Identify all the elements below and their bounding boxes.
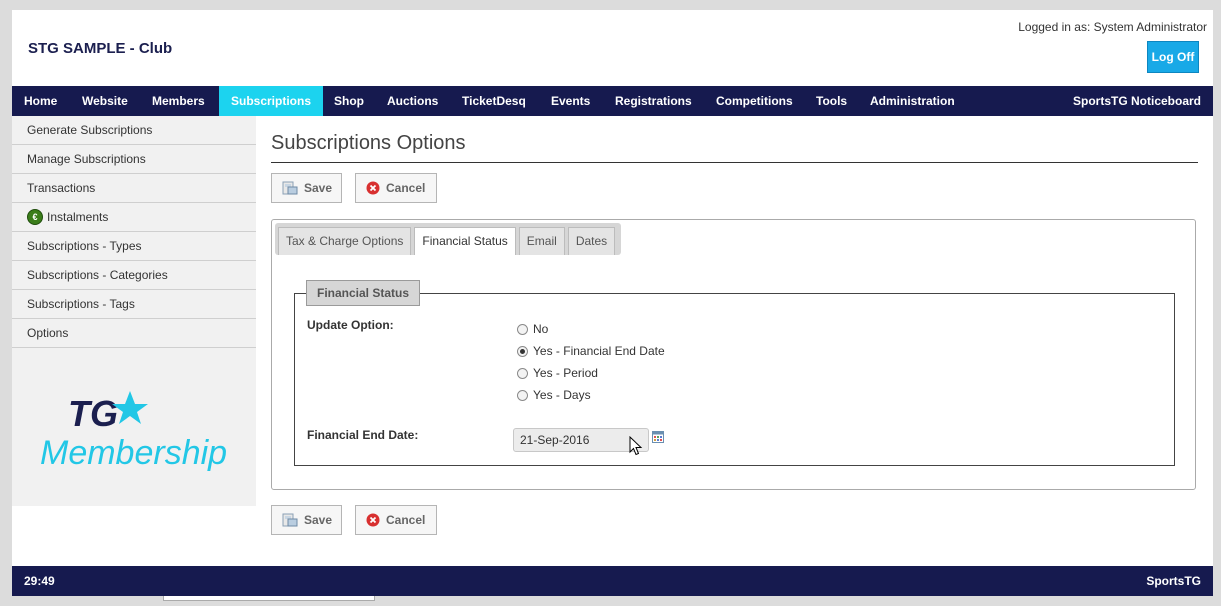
page-title: Subscriptions Options [271, 132, 466, 154]
nav-item-home[interactable]: Home [12, 86, 69, 116]
financial-status-fieldset: Financial Status Update Option: No Yes -… [294, 280, 1175, 466]
radio-yes-financial-end-date[interactable]: Yes - Financial End Date [517, 344, 665, 358]
money-icon: € [27, 209, 43, 225]
sidebar-item-transactions[interactable]: Transactions [12, 174, 256, 203]
radio-button[interactable] [517, 345, 528, 357]
radio-label: Yes - Days [533, 388, 591, 402]
save-button[interactable]: Save [271, 173, 342, 203]
nav-item-competitions[interactable]: Competitions [704, 86, 805, 116]
cancel-button-bottom[interactable]: Cancel [355, 505, 437, 535]
sidebar-item-label: Subscriptions - Categories [27, 268, 168, 282]
page: STG SAMPLE - Club Logged in as: System A… [12, 10, 1213, 596]
radio-button[interactable] [517, 367, 528, 379]
sidebar-item-subscription-types[interactable]: Subscriptions - Types [12, 232, 256, 261]
cancel-label: Cancel [386, 513, 426, 527]
nav-item-ticketdesq[interactable]: TicketDesq [450, 86, 538, 116]
fieldset-legend: Financial Status [306, 280, 421, 306]
sidebar-item-instalments[interactable]: € Instalments [12, 203, 256, 232]
sidebar-item-options[interactable]: Options [12, 319, 256, 348]
tab-bar: Tax & Charge Options Financial Status Em… [275, 223, 622, 255]
sidebar-item-label: Options [27, 326, 69, 340]
tab-financial-status[interactable]: Financial Status [414, 227, 516, 255]
nav-item-auctions[interactable]: Auctions [375, 86, 450, 116]
financial-end-date-label: Financial End Date: [307, 428, 419, 442]
header: STG SAMPLE - Club Logged in as: System A… [12, 10, 1213, 86]
sidebar-item-subscription-tags[interactable]: Subscriptions - Tags [12, 290, 256, 319]
tg-membership-logo: TG Membership [40, 391, 227, 472]
session-timer: 29:49 [24, 574, 55, 588]
update-option-label: Update Option: [307, 318, 394, 332]
save-icon [282, 181, 298, 195]
sidebar-item-label: Transactions [27, 181, 96, 195]
title-divider [271, 162, 1198, 163]
svg-text:Membership: Membership [40, 434, 227, 472]
nav-item-shop[interactable]: Shop [322, 86, 376, 116]
mouse-cursor-icon [629, 436, 643, 456]
options-tabs-panel: Tax & Charge Options Financial Status Em… [271, 219, 1196, 490]
radio-yes-days[interactable]: Yes - Days [517, 388, 591, 402]
nav-item-tools[interactable]: Tools [804, 86, 859, 116]
radio-label: No [533, 322, 549, 336]
save-button-bottom[interactable]: Save [271, 505, 342, 535]
nav-item-noticeboard[interactable]: SportsTG Noticeboard [1073, 86, 1201, 116]
sidebar-item-label: Instalments [47, 210, 109, 224]
calendar-icon[interactable] [652, 431, 664, 443]
nav-item-website[interactable]: Website [70, 86, 140, 116]
radio-button[interactable] [517, 389, 528, 401]
save-label: Save [304, 513, 333, 527]
radio-label: Yes - Financial End Date [533, 344, 665, 358]
nav-item-events[interactable]: Events [539, 86, 602, 116]
nav-item-registrations[interactable]: Registrations [603, 86, 704, 116]
svg-text:TG: TG [68, 393, 118, 434]
sidebar-item-label: Subscriptions - Types [27, 239, 142, 253]
radio-button[interactable] [517, 323, 528, 335]
tab-tax-charge-options[interactable]: Tax & Charge Options [278, 227, 412, 255]
save-icon [282, 513, 298, 527]
save-label: Save [304, 181, 333, 195]
sidebar-item-label: Generate Subscriptions [27, 123, 153, 137]
radio-label: Yes - Period [533, 366, 598, 380]
cancel-button[interactable]: Cancel [355, 173, 437, 203]
sidebar-item-generate-subscriptions[interactable]: Generate Subscriptions [12, 116, 256, 145]
club-title: STG SAMPLE - Club [28, 40, 173, 57]
nav-item-subscriptions[interactable]: Subscriptions [219, 86, 324, 116]
logoff-button[interactable]: Log Off [1147, 41, 1199, 73]
logged-in-text: Logged in as: System Administrator [1018, 20, 1207, 34]
nav-item-members[interactable]: Members [140, 86, 217, 116]
cancel-label: Cancel [386, 181, 426, 195]
radio-no[interactable]: No [517, 322, 548, 336]
main-nav: Home Website Members Subscriptions Shop … [12, 86, 1213, 116]
sidebar-item-label: Manage Subscriptions [27, 152, 146, 166]
sidebar-item-subscription-categories[interactable]: Subscriptions - Categories [12, 261, 256, 290]
cancel-icon [366, 181, 380, 195]
horizontal-scrollbar[interactable] [163, 596, 375, 601]
tab-dates[interactable]: Dates [567, 227, 616, 255]
footer-brand: SportsTG [1146, 574, 1201, 588]
radio-yes-period[interactable]: Yes - Period [517, 366, 598, 380]
cancel-icon [366, 513, 380, 527]
sidebar-item-label: Subscriptions - Tags [27, 297, 135, 311]
nav-item-administration[interactable]: Administration [858, 86, 967, 116]
footer: 29:49 SportsTG [12, 566, 1213, 596]
sidebar: Generate Subscriptions Manage Subscripti… [12, 116, 256, 506]
sidebar-item-manage-subscriptions[interactable]: Manage Subscriptions [12, 145, 256, 174]
tab-email[interactable]: Email [518, 227, 565, 255]
